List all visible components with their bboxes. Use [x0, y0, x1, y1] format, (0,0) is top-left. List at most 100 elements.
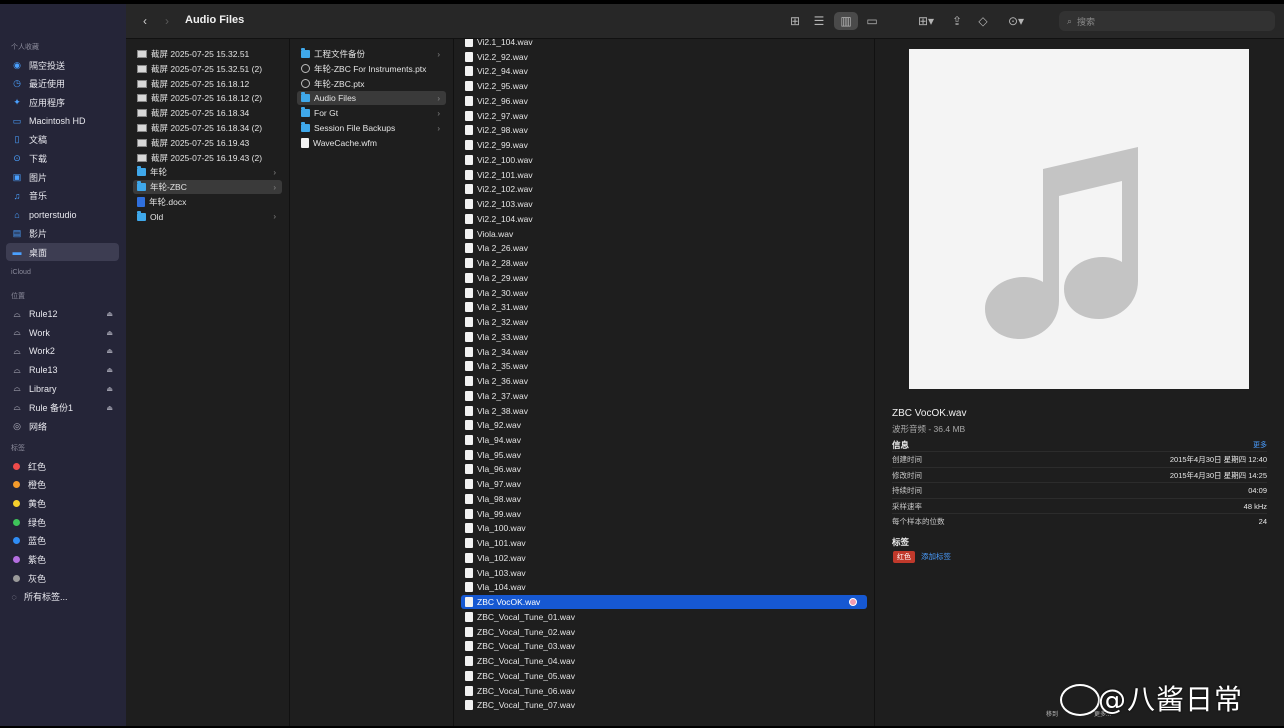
sidebar-tag-3[interactable]: 绿色 [6, 513, 119, 531]
sidebar-item-fav-1[interactable]: ◷ 最近使用 [6, 75, 119, 93]
file-row[interactable]: Vla_96.wav [461, 462, 867, 476]
file-row[interactable]: Vi2.2_98.wav [461, 123, 867, 137]
file-row[interactable]: ZBC_Vocal_Tune_01.wav [461, 610, 867, 624]
eject-icon[interactable]: ⏏ [106, 329, 113, 337]
file-row[interactable]: WaveCache.wfm [297, 136, 446, 150]
file-row[interactable]: Vla_94.wav [461, 433, 867, 447]
tag-button[interactable]: ◇ [974, 12, 992, 30]
forward-button[interactable]: › [158, 12, 176, 30]
file-row[interactable]: Vla 2_29.wav [461, 271, 867, 285]
file-row[interactable]: Vla 2_32.wav [461, 315, 867, 329]
eject-icon[interactable]: ⏏ [106, 310, 113, 318]
sidebar-location-work2[interactable]: ⌓ Work2 ⏏ [6, 342, 119, 360]
sidebar-item-fav-5[interactable]: ⊙ 下载 [6, 150, 119, 168]
share-button[interactable]: ⇪ [948, 12, 966, 30]
more-link[interactable]: 更多 [1253, 440, 1267, 450]
file-row[interactable]: Vi2.2_94.wav [461, 64, 867, 78]
file-row[interactable]: ZBC_Vocal_Tune_04.wav [461, 654, 867, 668]
file-row[interactable]: 截屏 2025-07-25 15.32.51 (2) [133, 62, 282, 76]
sidebar-item-fav-2[interactable]: ✦ 应用程序 [6, 93, 119, 111]
file-row[interactable]: ZBC_Vocal_Tune_03.wav [461, 639, 867, 653]
file-row[interactable]: 截屏 2025-07-25 16.18.12 [133, 77, 282, 91]
file-row[interactable]: Vla 2_26.wav [461, 241, 867, 255]
file-row[interactable]: 工程文件备份 › [297, 47, 446, 61]
file-row[interactable]: Session File Backups › [297, 121, 446, 135]
file-row[interactable]: ZBC_Vocal_Tune_06.wav [461, 684, 867, 698]
file-row[interactable]: ZBC_Vocal_Tune_02.wav [461, 625, 867, 639]
file-row[interactable]: Vi2.2_92.wav [461, 50, 867, 64]
eject-icon[interactable]: ⏏ [106, 347, 113, 355]
sidebar-item-fav-6[interactable]: ▣ 图片 [6, 168, 119, 186]
file-row[interactable]: 截屏 2025-07-25 16.18.34 [133, 106, 282, 120]
file-row[interactable]: 截屏 2025-07-25 16.19.43 [133, 136, 282, 150]
sidebar-tag-5[interactable]: 紫色 [6, 551, 119, 569]
file-row[interactable]: Vla_95.wav [461, 448, 867, 462]
file-row[interactable]: Vi2.2_99.wav [461, 138, 867, 152]
file-row[interactable]: Vla_92.wav [461, 418, 867, 432]
sidebar-item-fav-0[interactable]: ◉ 隔空投送 [6, 56, 119, 74]
gallery-view-button[interactable]: ▭ [862, 12, 882, 30]
file-row[interactable]: Vi2.2_96.wav [461, 94, 867, 108]
file-row[interactable]: Vla_103.wav [461, 566, 867, 580]
file-row[interactable]: 截屏 2025-07-25 16.19.43 (2) [133, 151, 282, 165]
eject-icon[interactable]: ⏏ [106, 404, 113, 412]
sidebar-location-work[interactable]: ⌓ Work ⏏ [6, 324, 119, 342]
sidebar-tag-0[interactable]: 红色 [6, 457, 119, 475]
search-field[interactable]: ⌕ 搜索 [1059, 11, 1275, 31]
sidebar-item-porterstudio[interactable]: ⌂ porterstudio [6, 206, 119, 224]
file-row[interactable]: Audio Files › [297, 91, 446, 106]
sidebar-location-rule13[interactable]: ⌓ Rule13 ⏏ [6, 361, 119, 379]
file-row[interactable]: Vla_99.wav [461, 507, 867, 521]
file-row[interactable]: 年轮-ZBC.ptx [297, 77, 446, 91]
file-row[interactable]: 截屏 2025-07-25 16.18.34 (2) [133, 121, 282, 135]
sidebar-location-library[interactable]: ⌓ Library ⏏ [6, 380, 119, 398]
back-button[interactable]: ‹ [136, 12, 154, 30]
sidebar-location-rule12[interactable]: ⌓ Rule12 ⏏ [6, 305, 119, 323]
sidebar-item-fav-4[interactable]: ▯ 文稿 [6, 131, 119, 149]
file-row[interactable]: Vla 2_31.wav [461, 300, 867, 314]
file-row[interactable]: Vla_98.wav [461, 492, 867, 506]
list-view-button[interactable]: ☰ [810, 12, 828, 30]
tag-badge-red[interactable]: 红色 [893, 551, 915, 563]
file-row[interactable]: Vla_101.wav [461, 536, 867, 550]
file-row[interactable]: Vi2.1_104.wav [461, 39, 867, 49]
file-row[interactable]: Vi2.2_95.wav [461, 79, 867, 93]
file-row[interactable]: 截屏 2025-07-25 15.32.51 [133, 47, 282, 61]
sidebar-item-fav-7[interactable]: ♫ 音乐 [6, 187, 119, 205]
file-row[interactable]: Vla 2_34.wav [461, 345, 867, 359]
file-row[interactable]: Vla 2_33.wav [461, 330, 867, 344]
file-row[interactable]: Vi2.2_97.wav [461, 109, 867, 123]
file-row[interactable]: Vla_97.wav [461, 477, 867, 491]
file-row[interactable]: Vi2.2_102.wav [461, 182, 867, 196]
sidebar-tag-1[interactable]: 橙色 [6, 476, 119, 494]
file-row[interactable]: Vla_104.wav [461, 580, 867, 594]
file-row[interactable]: 年轮.docx [133, 195, 282, 209]
more-actions-button[interactable]: ⊙▾ [1002, 12, 1030, 30]
file-row[interactable]: For Gt › [297, 106, 446, 120]
sidebar-location-loc-6[interactable]: ◎ 网络 [6, 417, 119, 435]
column-view-button[interactable]: ▥ [834, 12, 858, 30]
sidebar-tag-4[interactable]: 蓝色 [6, 532, 119, 550]
file-row[interactable]: Vla 2_36.wav [461, 374, 867, 388]
sidebar-all-tags[interactable]: ◌ 所有标签... [6, 588, 119, 606]
add-tag-link[interactable]: 添加标签 [921, 551, 951, 562]
sidebar-item-macintosh-hd[interactable]: ▭ Macintosh HD [6, 112, 119, 130]
sidebar-item-fav-9[interactable]: ▤ 影片 [6, 224, 119, 242]
file-row[interactable]: Vla_102.wav [461, 551, 867, 565]
file-row[interactable]: Vi2.2_101.wav [461, 168, 867, 182]
file-row[interactable]: ZBC_Vocal_Tune_07.wav [461, 698, 867, 712]
file-row-selected[interactable]: ZBC VocOK.wav [461, 595, 867, 610]
file-row[interactable]: Vla_100.wav [461, 521, 867, 535]
sidebar-tag-6[interactable]: 灰色 [6, 569, 119, 587]
file-row[interactable]: Viola.wav [461, 227, 867, 241]
file-row[interactable]: Vla 2_38.wav [461, 404, 867, 418]
icon-view-button[interactable]: ⊞ [786, 12, 804, 30]
file-row[interactable]: Vla 2_28.wav [461, 256, 867, 270]
file-row[interactable]: Vla 2_30.wav [461, 286, 867, 300]
sidebar-item-fav-10[interactable]: ▬ 桌面 [6, 243, 119, 261]
file-row[interactable]: 截屏 2025-07-25 16.18.12 (2) [133, 91, 282, 105]
sidebar-tag-2[interactable]: 黄色 [6, 494, 119, 512]
file-row[interactable]: Vla 2_37.wav [461, 389, 867, 403]
eject-icon[interactable]: ⏏ [106, 385, 113, 393]
sidebar-location-rule-1[interactable]: ⌓ Rule 备份1 ⏏ [6, 399, 119, 417]
